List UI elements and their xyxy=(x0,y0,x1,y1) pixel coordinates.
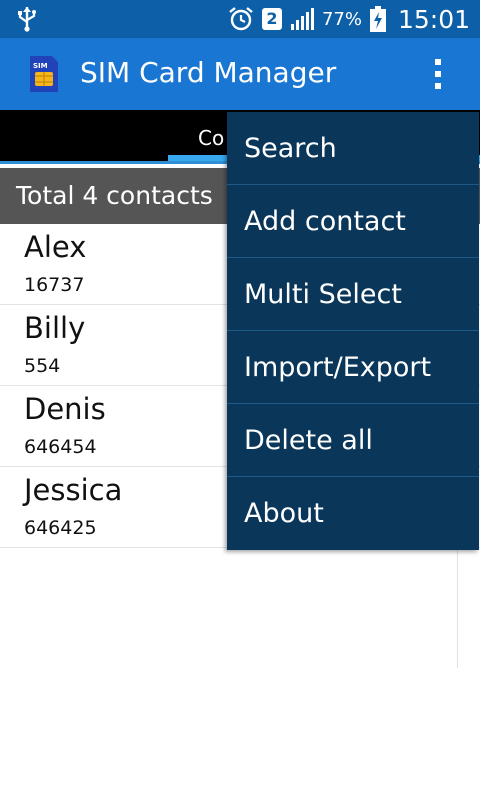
menu-item-delete-all[interactable]: Delete all xyxy=(227,404,479,477)
battery-percent: 77% xyxy=(321,8,362,30)
menu-item-multi-select[interactable]: Multi Select xyxy=(227,258,479,331)
menu-item-about[interactable]: About xyxy=(227,477,479,550)
menu-item-import-export[interactable]: Import/Export xyxy=(227,331,479,404)
sim-card-icon: SIM xyxy=(28,54,60,94)
status-icons: 2 77% 15:01 xyxy=(228,0,470,38)
usb-icon xyxy=(16,6,38,32)
menu-item-add-contact[interactable]: Add contact xyxy=(227,185,479,258)
menu-item-search[interactable]: Search xyxy=(227,112,479,185)
status-bar: 2 77% 15:01 xyxy=(0,0,480,38)
app-title: SIM Card Manager xyxy=(80,56,337,89)
contact-number: 646425 xyxy=(24,517,97,539)
total-contacts-label: Total 4 contacts xyxy=(16,181,213,210)
contact-number: 16737 xyxy=(24,274,85,296)
signal-icon xyxy=(290,7,314,31)
alarm-icon xyxy=(228,6,254,32)
contact-number: 554 xyxy=(24,355,61,377)
contact-name: Jessica xyxy=(24,473,123,507)
app-bar: SIM SIM Card Manager xyxy=(0,38,480,110)
contact-number: 646454 xyxy=(24,436,97,458)
contact-name: Billy xyxy=(24,311,86,345)
battery-charging-icon xyxy=(369,6,386,32)
contact-name: Denis xyxy=(24,392,106,426)
scrollbar[interactable] xyxy=(457,550,458,668)
screen: 2 77% 15:01 SIM SIM Card Manager Co Tota… xyxy=(0,0,480,800)
tab-contacts[interactable]: Co xyxy=(198,126,224,150)
status-time: 15:01 xyxy=(397,4,470,34)
sim-card-icon-text: SIM xyxy=(33,62,48,70)
more-vert-icon[interactable] xyxy=(418,54,458,94)
overflow-menu: Search Add contact Multi Select Import/E… xyxy=(227,112,479,550)
contact-name: Alex xyxy=(24,230,87,264)
sim-2-icon: 2 xyxy=(261,8,282,30)
